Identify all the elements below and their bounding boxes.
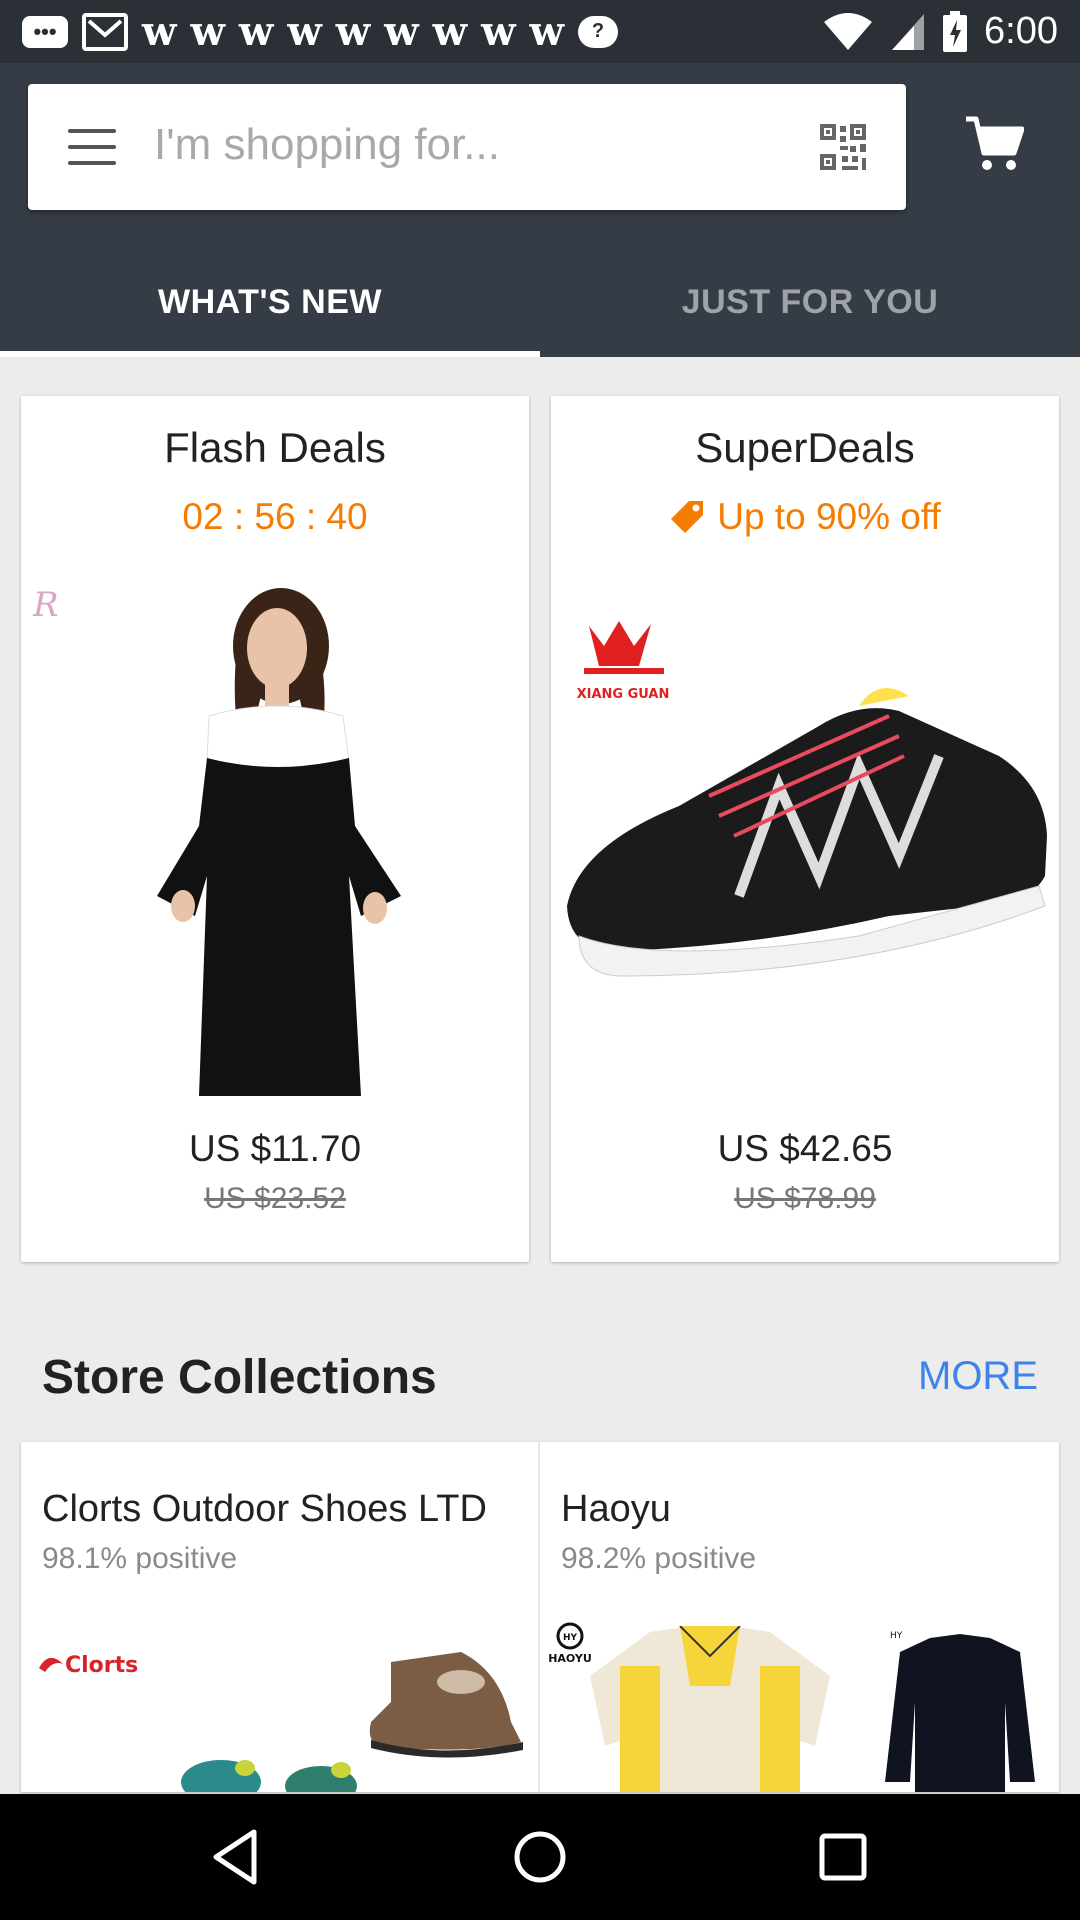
- superdeals-card[interactable]: SuperDeals Up to 90% off XIANG GUAN US $…: [551, 396, 1059, 1262]
- polo-shirt-image: [590, 1626, 830, 1792]
- w-icon: w: [529, 7, 564, 55]
- svg-text:HY: HY: [563, 1633, 578, 1643]
- flash-deals-card[interactable]: Flash Deals 02 : 56 : 40 R US $11.70 US …: [21, 396, 529, 1262]
- system-nav-bar: [0, 1794, 1080, 1920]
- store-name: Haoyu: [561, 1488, 671, 1530]
- deal-price: US $11.70: [188, 1128, 362, 1169]
- tab-bar: WHAT'S NEW JUST FOR YOU: [0, 247, 1080, 357]
- store-rating: 98.1% positive: [42, 1542, 238, 1575]
- w-icon: w: [335, 7, 371, 55]
- section-title: Store Collections: [42, 1351, 437, 1404]
- w-icon: w: [287, 7, 322, 55]
- qr-scan-icon[interactable]: [818, 122, 868, 172]
- menu-icon[interactable]: [68, 129, 116, 165]
- price-tag-icon: [671, 501, 704, 533]
- cart-icon[interactable]: [964, 115, 1024, 175]
- home-icon[interactable]: [507, 1824, 573, 1890]
- w-icon: w: [432, 7, 468, 55]
- svg-text:R: R: [32, 585, 59, 625]
- recents-icon[interactable]: [810, 1824, 876, 1890]
- notification-icons: ••• w w w w w w w w w ?: [22, 7, 618, 55]
- deal-price: US $42.65: [717, 1128, 893, 1169]
- deal-original-price: US $23.52: [204, 1182, 346, 1215]
- w-icon: w: [142, 7, 177, 55]
- deal-title: Flash Deals: [164, 424, 386, 471]
- discount-label: Up to 90% off: [551, 496, 1059, 538]
- clorts-logo: Clorts: [39, 1653, 138, 1678]
- signal-icon: [892, 13, 925, 50]
- search-input[interactable]: I'm shopping for...: [154, 120, 500, 170]
- app-header: I'm shopping for... WHAT'S NEW JUST FOR …: [0, 63, 1080, 357]
- chat-icon: ?: [577, 15, 618, 48]
- svg-text:XIANG GUAN: XIANG GUAN: [577, 687, 670, 702]
- svg-text:Clorts: Clorts: [65, 1653, 138, 1678]
- store-collections-list: Clorts Outdoor Shoes LTD 98.1% positive …: [21, 1442, 1059, 1792]
- store-card[interactable]: Clorts Outdoor Shoes LTD 98.1% positive …: [21, 1442, 540, 1792]
- w-icon: w: [238, 7, 274, 55]
- wifi-icon: [824, 12, 873, 50]
- black-sneaker-image: XIANG GUAN: [567, 621, 1047, 977]
- store-name: Clorts Outdoor Shoes LTD: [42, 1488, 487, 1530]
- xiang-guan-logo: XIANG GUAN: [577, 621, 670, 702]
- tab-whats-new[interactable]: WHAT'S NEW: [0, 247, 540, 357]
- clock: 6:00: [984, 10, 1058, 52]
- gmail-icon: [82, 12, 128, 51]
- back-icon[interactable]: [204, 1824, 270, 1890]
- message-icon: •••: [22, 15, 68, 48]
- battery-icon: [943, 10, 968, 52]
- tab-just-for-you[interactable]: JUST FOR YOU: [540, 247, 1080, 357]
- w-icon: w: [384, 7, 419, 55]
- search-bar[interactable]: I'm shopping for...: [28, 84, 906, 210]
- deal-original-price: US $78.99: [734, 1182, 876, 1215]
- more-link[interactable]: MORE: [918, 1354, 1038, 1399]
- w-icon: w: [190, 7, 225, 55]
- sneakers-image: [181, 1760, 357, 1792]
- store-card[interactable]: Haoyu 98.2% positive HY HAOYU HY: [540, 1442, 1059, 1792]
- countdown-timer: 02 : 56 : 40: [182, 496, 368, 537]
- long-sleeve-shirt-image: HY: [885, 1631, 1035, 1792]
- svg-text:HY: HY: [890, 1631, 903, 1641]
- deal-title: SuperDeals: [695, 424, 915, 471]
- hiking-boot-image: [369, 1652, 523, 1758]
- w-icon: w: [481, 7, 516, 55]
- store-rating: 98.2% positive: [561, 1542, 757, 1575]
- active-tab-indicator: [0, 351, 540, 357]
- black-white-dress-image: R: [32, 585, 401, 1096]
- status-bar: ••• w w w w w w w w w ? 6:00: [0, 0, 1080, 63]
